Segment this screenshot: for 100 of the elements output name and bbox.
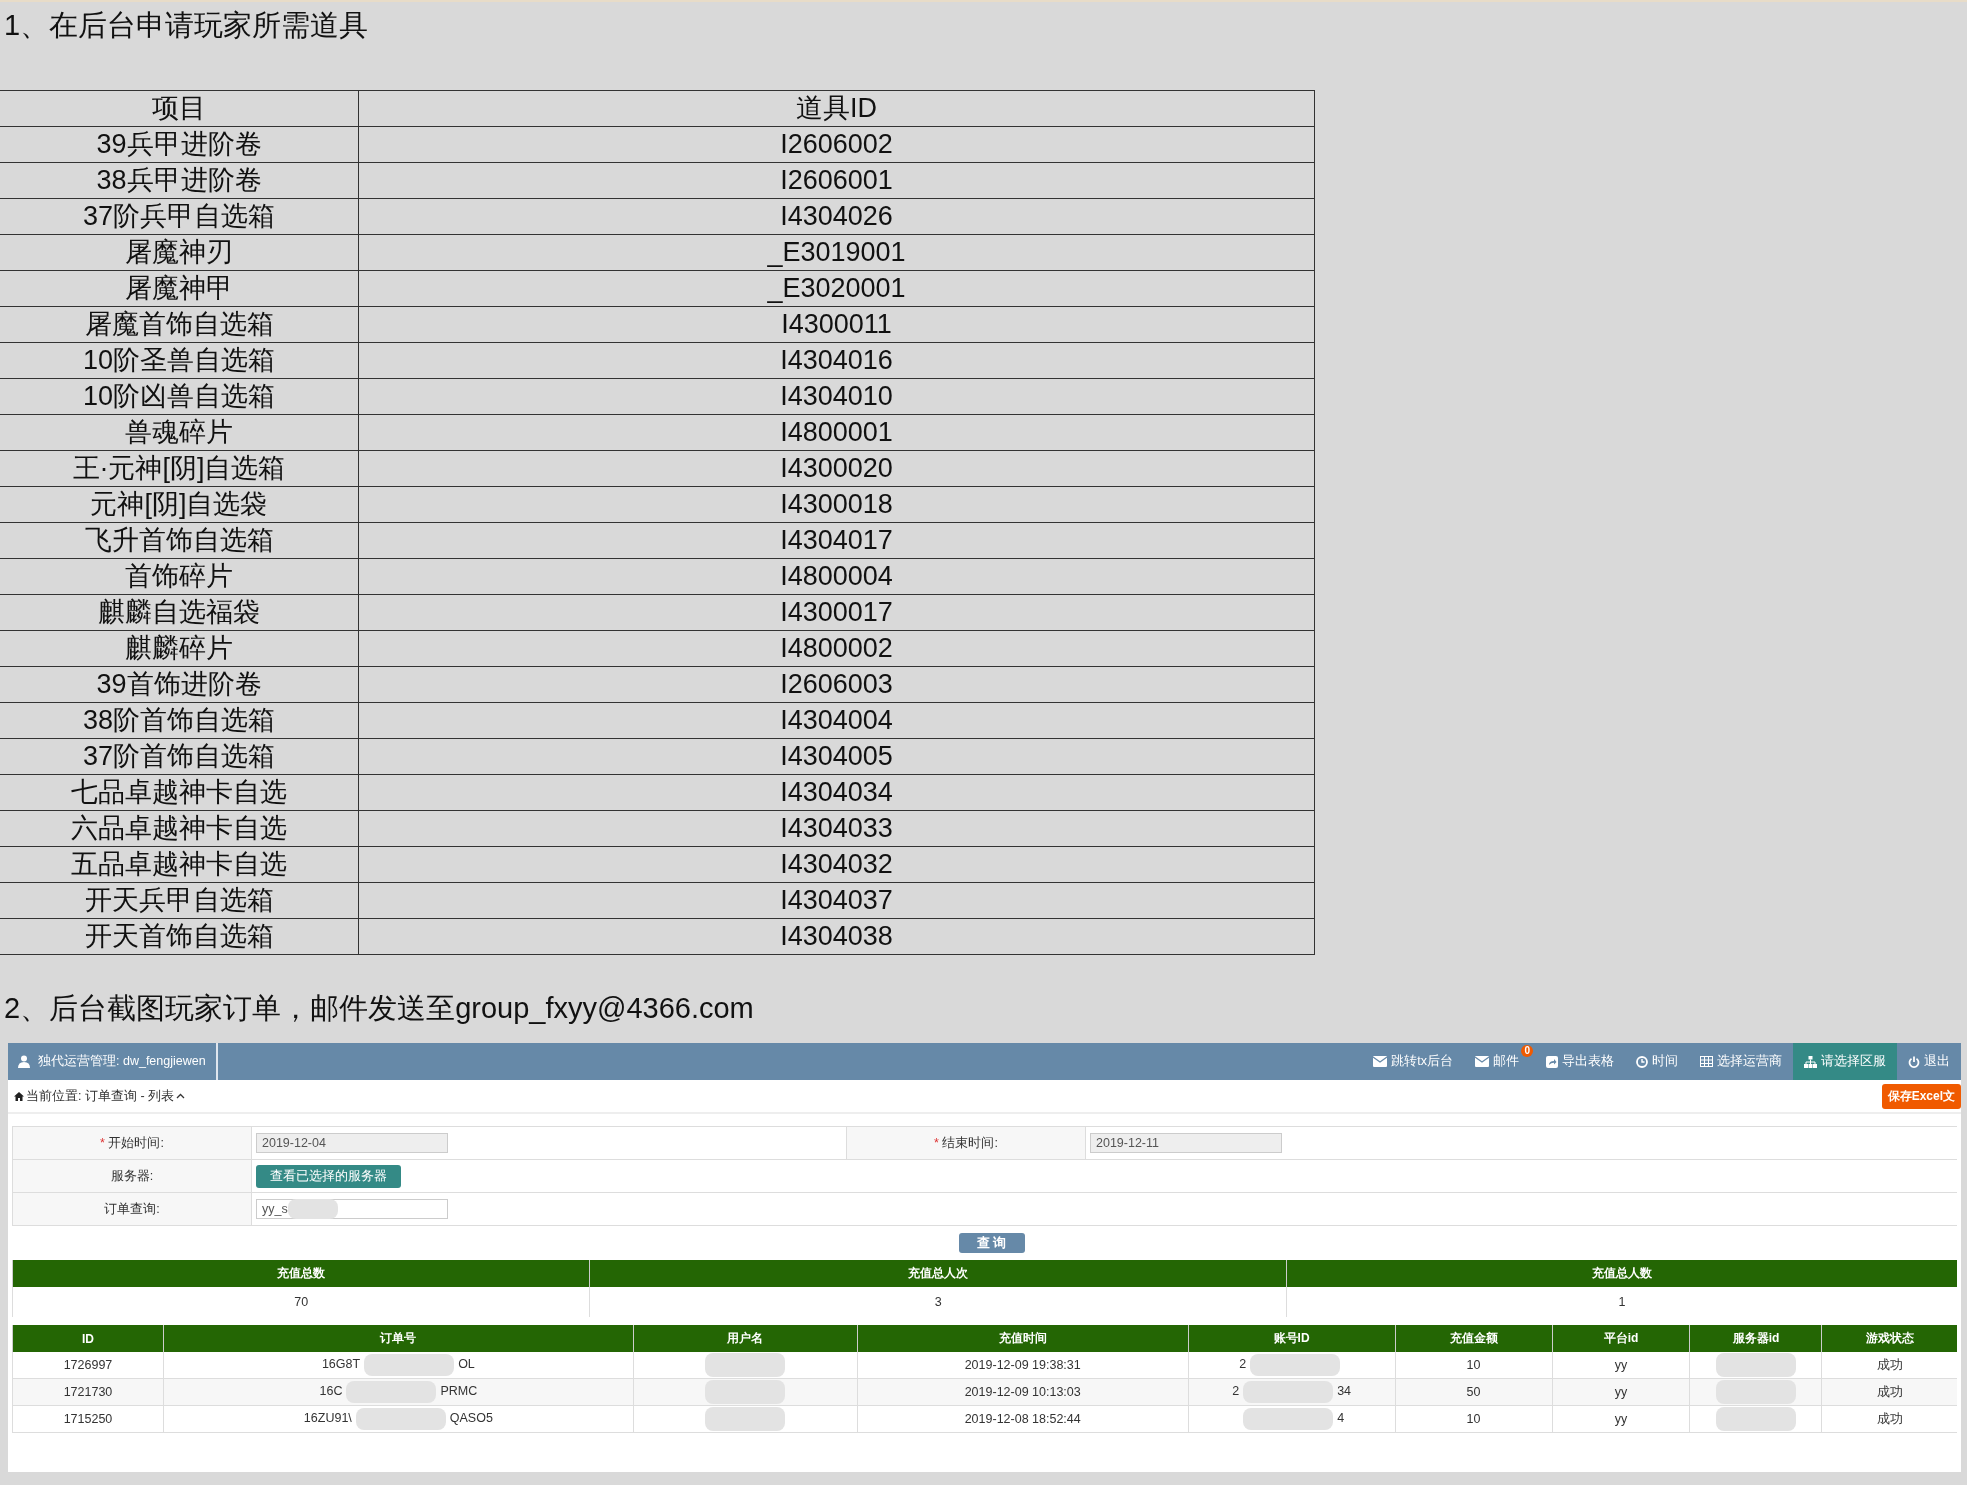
table-cell-text: 麒麟自选福袋 <box>98 597 260 627</box>
table-cell-text: 16G8T <box>321 1357 361 1372</box>
table-cell-text: 10阶凶兽自选箱 <box>82 381 275 411</box>
table-cell-text: 屠魔神刃 <box>125 237 233 267</box>
table-cell-text: 38阶首饰自选箱 <box>82 705 275 735</box>
nav-link[interactable]: 退出 <box>1897 1043 1961 1080</box>
table-cell-text: 39首饰进阶卷 <box>96 669 262 699</box>
nav-link[interactable]: 导出表格 <box>1535 1043 1625 1080</box>
start-date-field[interactable]: 2019-12-04 <box>256 1133 448 1153</box>
table-cell-text: 成功 <box>1876 1384 1903 1399</box>
column-header: 游戏状态 <box>1821 1325 1957 1352</box>
field-label: 服务器: <box>110 1167 154 1185</box>
save-excel-button[interactable]: 保存Excel文 <box>1881 1084 1961 1109</box>
table-cell-text: I4304017 <box>780 525 893 555</box>
table-cell-text: 16ZU91\ <box>303 1411 352 1426</box>
column-header: 充值金额 <box>1395 1325 1553 1352</box>
table-cell-text: 五品卓越神卡自选 <box>71 849 287 879</box>
table-cell-text: I4304016 <box>780 345 893 375</box>
field-label: * 开始时间: <box>100 1134 164 1152</box>
table-cell-text: 屠魔神甲 <box>125 273 233 303</box>
table-cell-text: 飞升首饰自选箱 <box>84 525 274 555</box>
table-cell-text: 开天首饰自选箱 <box>84 921 274 951</box>
home-icon <box>14 1091 24 1101</box>
table-cell-text: I4304032 <box>780 849 893 879</box>
envelope-icon <box>1475 1056 1489 1067</box>
table-cell-text: 16C <box>319 1384 343 1399</box>
table-cell-text: 1715250 <box>63 1412 113 1426</box>
table-cell-text: 39兵甲进阶卷 <box>96 129 262 159</box>
count-badge: 0 <box>1521 1045 1533 1057</box>
column-header: 充值总人次 <box>589 1260 1287 1287</box>
table-cell-text: 屠魔首饰自选箱 <box>84 309 274 339</box>
table-cell-text: I4300018 <box>780 489 893 519</box>
table-cell-text: I2606003 <box>780 669 893 699</box>
grid-icon <box>1700 1056 1713 1067</box>
user-label: 独代运营管理: dw_fengjiewen <box>38 1053 206 1070</box>
column-header: 平台id <box>1552 1325 1690 1352</box>
table-cell-text: 1726997 <box>63 1358 113 1372</box>
table-cell-text: 10 <box>1466 1412 1481 1426</box>
table-cell-text: 2 <box>1232 1384 1240 1399</box>
table-cell-text: 10阶圣兽自选箱 <box>82 345 275 375</box>
table-cell-text: 1 <box>1618 1295 1626 1309</box>
nav-link[interactable]: 选择运营商 <box>1689 1043 1793 1080</box>
table-cell-text: 开天兵甲自选箱 <box>84 885 274 915</box>
table-cell-text: 2019-12-08 18:52:44 <box>964 1412 1081 1426</box>
table-cell-text: I4800002 <box>780 633 893 663</box>
column-header: 用户名 <box>633 1325 858 1352</box>
table-cell-text: I4304038 <box>780 921 893 951</box>
field-label: 订单查询: <box>104 1200 160 1218</box>
table-cell-text: I4304005 <box>780 741 893 771</box>
table-cell-text: I2606002 <box>780 129 893 159</box>
table-cell-text: OL <box>458 1357 475 1372</box>
caret-up-icon[interactable] <box>176 1093 186 1099</box>
table-cell-text: I4304010 <box>780 381 893 411</box>
table-cell-text: yy <box>1614 1358 1628 1372</box>
table-cell-text: 2019-12-09 19:38:31 <box>964 1358 1081 1372</box>
table-cell-text: I4800004 <box>780 561 893 591</box>
user-icon <box>18 1055 30 1068</box>
table-cell-text: I4300011 <box>781 309 892 339</box>
table-cell-text: 38兵甲进阶卷 <box>96 165 262 195</box>
nav-link[interactable]: 跳转tx后台 <box>1362 1043 1464 1080</box>
column-header: 服务器id <box>1690 1325 1822 1352</box>
table-cell-text: 成功 <box>1876 1411 1903 1426</box>
table-cell-text: I2606001 <box>780 165 893 195</box>
table-cell-text: _E3020001 <box>767 273 906 303</box>
table-cell-text: 4 <box>1337 1411 1345 1426</box>
view-servers-button[interactable]: 查看已选择的服务器 <box>256 1164 401 1188</box>
table-cell-text: I4304034 <box>780 777 893 807</box>
table-cell-text: 34 <box>1337 1384 1352 1399</box>
table-cell-text: 3 <box>934 1295 942 1309</box>
table-cell-text: I4304037 <box>780 885 893 915</box>
column-header: 项目 <box>152 93 206 123</box>
table-cell-text: I4300020 <box>780 453 893 483</box>
table-cell-text: 兽魂碎片 <box>125 417 233 447</box>
table-cell-text: 元神[阴]自选袋 <box>90 489 268 519</box>
nav-link[interactable]: 请选择区服 <box>1793 1043 1897 1080</box>
table-cell-text: I4300017 <box>780 597 893 627</box>
nav-link[interactable]: 时间 <box>1625 1043 1689 1080</box>
section-heading: 2、后台截图玩家订单，邮件发送至group_fxyy@4366.com <box>3 991 755 1026</box>
end-date-field[interactable]: 2019-12-11 <box>1090 1133 1282 1153</box>
share-icon <box>1546 1055 1558 1068</box>
order-search-field[interactable]: yy_s <box>256 1199 448 1219</box>
table-cell-text: 七品卓越神卡自选 <box>71 777 287 807</box>
table-cell-text: I4304004 <box>780 705 893 735</box>
section-heading: 1、在后台申请玩家所需道具 <box>3 8 370 43</box>
table-cell-text: 50 <box>1466 1385 1481 1399</box>
query-button[interactable]: 查 询 <box>958 1233 1025 1253</box>
table-cell-text: _E3019001 <box>767 237 906 267</box>
table-cell-text: 成功 <box>1876 1357 1903 1372</box>
table-cell-text: 王·元神[阴]自选箱 <box>72 453 286 483</box>
column-header: 订单号 <box>163 1325 634 1352</box>
table-cell-text: I4800001 <box>780 417 893 447</box>
table-cell-text: 10 <box>1466 1358 1481 1372</box>
column-header: 账号ID <box>1188 1325 1396 1352</box>
table-cell-text: 70 <box>294 1295 309 1309</box>
nav-link[interactable]: 邮件 0 <box>1464 1043 1535 1080</box>
envelope-icon <box>1373 1056 1388 1067</box>
table-cell-text: 2 <box>1239 1357 1247 1372</box>
table-cell-text: PRMC <box>440 1384 478 1399</box>
power-icon <box>1908 1055 1920 1068</box>
column-header: 充值总数 <box>12 1260 590 1287</box>
